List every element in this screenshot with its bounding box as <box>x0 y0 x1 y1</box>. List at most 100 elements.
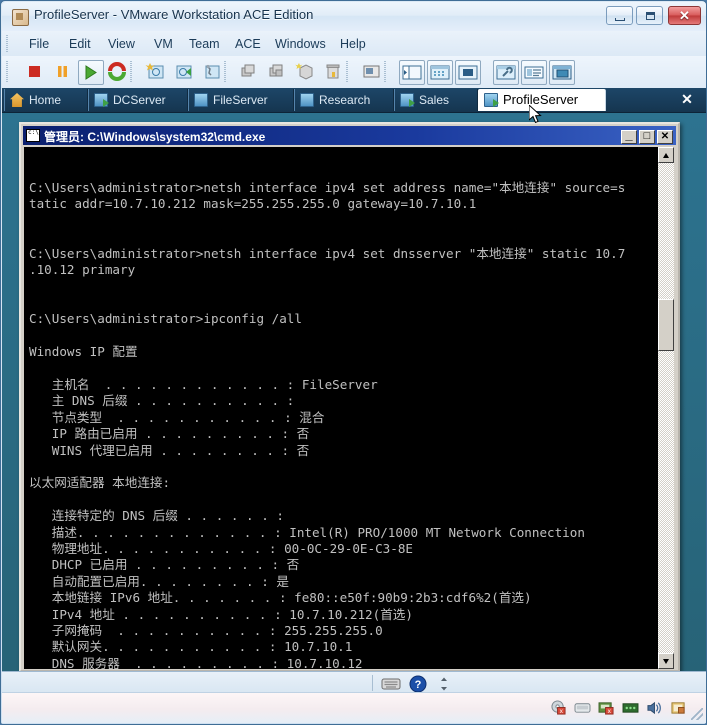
harddisk-device-icon[interactable]: x <box>598 700 615 715</box>
summary-view-button[interactable] <box>521 60 547 85</box>
menu-item-ace[interactable]: ACE <box>230 35 266 53</box>
fullscreen-button[interactable] <box>455 60 481 85</box>
vmware-window-icon <box>12 9 29 26</box>
tab-sales[interactable]: Sales <box>394 89 478 111</box>
window-title: ProfileServer - VMware Workstation ACE E… <box>34 7 314 22</box>
vm-running-icon <box>94 93 109 107</box>
cmd-close-icon: ✕ <box>660 131 670 142</box>
floppy-icon <box>574 703 591 713</box>
snapshot-add-icon <box>145 63 164 79</box>
menu-item-view[interactable]: View <box>103 35 140 53</box>
help-question-icon: ? <box>409 675 427 693</box>
tab-home[interactable]: Home <box>4 89 88 111</box>
console-scrollbar[interactable] <box>658 147 674 669</box>
fullscreen-icon <box>458 65 478 80</box>
console-output-area[interactable]: C:\Users\administrator>netsh interface i… <box>24 147 661 669</box>
new-vm-cube-icon <box>295 63 313 80</box>
scroll-up-arrow[interactable] <box>658 147 674 163</box>
tab-label: FileServer <box>213 93 268 107</box>
close-tab-button[interactable]: ✕ <box>679 91 695 107</box>
status-bar: xx <box>2 692 706 723</box>
tab-label: Home <box>29 93 62 107</box>
sidebar-panel-icon <box>402 65 422 80</box>
suspend-button[interactable] <box>52 60 76 83</box>
menu-item-help[interactable]: Help <box>335 35 371 53</box>
vm-tab-bar: ProfileServer Sales Research FileServer DCSe… <box>2 88 706 112</box>
tab-dcserver[interactable]: DCServer <box>88 89 188 111</box>
cmd-titlebar[interactable]: 管理员: C:\Windows\system32\cmd.exe _ □ ✕ <box>23 126 676 145</box>
shared-folders-icon[interactable] <box>670 700 687 715</box>
maximize-icon <box>646 12 655 20</box>
spinner-button[interactable] <box>434 674 456 692</box>
help-button[interactable]: ? <box>407 674 429 693</box>
power-off-button[interactable] <box>24 60 48 83</box>
resize-grip[interactable] <box>691 708 703 720</box>
summary-list-icon <box>524 66 544 79</box>
cd-disconnected-icon: x <box>551 700 566 715</box>
wrench-settings-icon <box>496 65 516 80</box>
delete-vm-trash-icon <box>326 64 340 79</box>
revert-snapshot-button[interactable] <box>173 60 197 83</box>
delete-vm-button[interactable] <box>322 60 346 83</box>
clone-button[interactable] <box>238 60 262 83</box>
scroll-down-icon <box>663 659 669 664</box>
spinner-updown-icon <box>441 677 447 691</box>
snapshot-manager-icon <box>205 64 220 79</box>
vm-guest-screen[interactable]: 管理员: C:\Windows\system32\cmd.exe _ □ ✕ C… <box>2 112 706 686</box>
console-view-button[interactable] <box>549 60 575 85</box>
home-icon <box>10 93 24 107</box>
cmd-maximize-button[interactable]: □ <box>639 130 655 144</box>
vm-running-icon <box>400 93 415 107</box>
window-titlebar: ProfileServer - VMware Workstation ACE E… <box>2 2 706 32</box>
menu-item-vm[interactable]: VM <box>149 35 178 53</box>
play-triangle-icon <box>85 65 97 80</box>
cmd-console-icon <box>26 129 40 142</box>
snapshot-manager-button[interactable] <box>201 60 225 83</box>
take-snapshot-button[interactable] <box>145 60 169 83</box>
clone-team-button[interactable] <box>266 60 290 83</box>
quick-switch-button[interactable] <box>427 60 453 85</box>
cmd-close-button[interactable]: ✕ <box>657 130 673 144</box>
cdrom-device-icon[interactable]: x <box>550 700 567 715</box>
network-device-icon[interactable] <box>622 700 639 715</box>
network-adapter-icon <box>622 703 639 713</box>
toolbar <box>2 56 706 89</box>
cmd-minimize-button[interactable]: _ <box>621 128 637 144</box>
quick-switch-icon <box>430 65 450 80</box>
tab-research[interactable]: Research <box>294 89 394 111</box>
guest-desktop: 管理员: C:\Windows\system32\cmd.exe _ □ ✕ C… <box>2 113 706 673</box>
power-on-button[interactable] <box>78 60 104 85</box>
menu-item-windows[interactable]: Windows <box>270 35 331 53</box>
menu-item-team[interactable]: Team <box>184 35 225 53</box>
close-icon: ✕ <box>679 8 690 23</box>
vm-settings-button[interactable] <box>493 60 519 85</box>
minimize-button[interactable] <box>606 6 633 25</box>
maximize-button[interactable] <box>636 6 663 25</box>
toolbar-separator-0 <box>130 61 132 82</box>
minimize-icon <box>615 18 625 21</box>
stop-square-icon <box>29 66 40 77</box>
show-sidebar-button[interactable] <box>399 60 425 85</box>
toolbar-separator-2 <box>346 61 348 82</box>
sound-device-icon[interactable] <box>646 700 663 715</box>
svg-text:?: ? <box>415 679 422 691</box>
menu-item-file[interactable]: File <box>24 35 54 53</box>
cmd-maximize-icon: □ <box>643 130 651 142</box>
reset-button[interactable] <box>106 60 130 83</box>
tab-profileserver[interactable]: ProfileServer <box>478 89 606 111</box>
floppy-device-icon[interactable] <box>574 700 591 715</box>
tab-fileserver[interactable]: FileServer <box>188 89 294 111</box>
speaker-icon <box>647 701 661 715</box>
disk-disconnected-icon: x <box>598 702 614 715</box>
send-ctrl-alt-del-button[interactable] <box>380 674 402 692</box>
close-button[interactable]: ✕ <box>668 6 701 25</box>
toolbar-separator-3 <box>384 61 386 82</box>
clone-team-icon <box>269 64 283 77</box>
scroll-thumb[interactable] <box>658 299 674 351</box>
menu-item-edit[interactable]: Edit <box>64 35 96 53</box>
new-vm-button[interactable] <box>294 60 318 83</box>
vm-icon <box>300 93 314 107</box>
scroll-down-arrow[interactable] <box>658 653 674 669</box>
vm-icon <box>194 93 208 107</box>
capture-screen-button[interactable] <box>360 60 384 83</box>
